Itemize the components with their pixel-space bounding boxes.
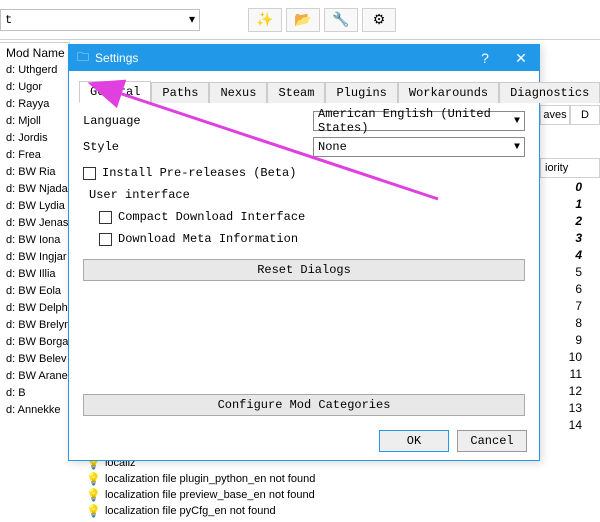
profile-combo-value: t <box>5 13 12 27</box>
settings-body: Language American English (United States… <box>69 103 539 422</box>
list-item[interactable]: d: Frea <box>0 147 69 164</box>
priority-value: 14 <box>552 418 582 432</box>
list-item[interactable]: d: BW Jenas <box>0 215 69 232</box>
tab-steam[interactable]: Steam <box>267 82 325 103</box>
cancel-button[interactable]: Cancel <box>457 430 527 452</box>
prerelease-label: Install Pre-releases (Beta) <box>102 166 296 180</box>
priority-value: 1 <box>552 197 582 211</box>
tab-general[interactable]: General <box>79 81 151 103</box>
right-column-headers: aves D <box>540 105 600 125</box>
style-label: Style <box>83 140 313 154</box>
language-label: Language <box>83 114 313 128</box>
compact-download-checkbox[interactable] <box>99 211 112 224</box>
list-item[interactable]: d: Uthgerd <box>0 62 69 79</box>
priority-value: 7 <box>552 299 582 313</box>
toolbar-settings-button[interactable]: ⚙ <box>362 8 396 32</box>
list-item[interactable]: d: BW Brelyn <box>0 317 69 334</box>
list-item[interactable]: d: Mjoll <box>0 113 69 130</box>
bulb-icon: 💡 <box>86 488 101 502</box>
list-item[interactable]: d: BW Ria <box>0 164 69 181</box>
toolbar-tool-button[interactable]: 🔧 <box>324 8 358 32</box>
bulb-icon: 💡 <box>86 472 101 486</box>
priority-value: 4 <box>552 248 582 262</box>
col-header-d[interactable]: D <box>570 105 600 125</box>
mods-list[interactable]: d: Uthgerd d: Ugor d: Rayya d: Mjoll d: … <box>0 62 70 436</box>
mods-column-header[interactable]: Mod Name <box>0 42 70 62</box>
list-item[interactable]: d: BW Borga <box>0 334 69 351</box>
style-select-value: None <box>318 140 347 154</box>
toolbar-wand-button[interactable]: ✨ <box>248 8 282 32</box>
priority-value: 6 <box>552 282 582 296</box>
close-button[interactable]: ✕ <box>503 50 539 67</box>
gear-icon: ⚙ <box>373 11 386 28</box>
wrench-icon: 🔧 <box>332 11 349 28</box>
col-header-saves[interactable]: aves <box>540 105 570 125</box>
priority-value: 11 <box>552 367 582 381</box>
list-item[interactable]: d: BW Arane <box>0 368 69 385</box>
priority-value: 2 <box>552 214 582 228</box>
toolbar-folder-button[interactable]: 📂 <box>286 8 320 32</box>
language-select-value: American English (United States) <box>318 107 514 135</box>
wand-icon: ✨ <box>256 11 273 28</box>
tab-diagnostics[interactable]: Diagnostics <box>499 82 600 103</box>
list-item[interactable]: d: B <box>0 385 69 402</box>
priority-value: 9 <box>552 333 582 347</box>
list-item[interactable]: d: BW Lydia <box>0 198 69 215</box>
priority-value: 5 <box>552 265 582 279</box>
tab-plugins[interactable]: Plugins <box>325 82 397 103</box>
status-line: localization file pyCfg_en not found <box>105 505 276 517</box>
folder-icon: 🗀 <box>77 48 89 69</box>
list-item[interactable]: d: BW Eola <box>0 283 69 300</box>
col-header-priority[interactable]: iority <box>540 158 600 178</box>
priority-value: 8 <box>552 316 582 330</box>
tab-paths[interactable]: Paths <box>151 82 209 103</box>
list-item[interactable]: d: BW Iona <box>0 232 69 249</box>
configure-mod-categories-button[interactable]: Configure Mod Categories <box>83 394 525 416</box>
dialog-titlebar[interactable]: 🗀 Settings ? ✕ <box>69 45 539 71</box>
help-button[interactable]: ? <box>467 50 503 66</box>
status-line: localization file preview_base_en not fo… <box>105 489 315 501</box>
list-item[interactable]: d: BW Delph <box>0 300 69 317</box>
settings-dialog: 🗀 Settings ? ✕ General Paths Nexus Steam… <box>68 44 540 461</box>
list-item[interactable]: d: Rayya <box>0 96 69 113</box>
priority-value: 3 <box>552 231 582 245</box>
list-item[interactable]: d: Jordis <box>0 130 69 147</box>
list-item[interactable]: d: Annekke <box>0 402 69 419</box>
list-item[interactable] <box>0 419 69 436</box>
list-item[interactable]: d: BW Illia <box>0 266 69 283</box>
priority-value: 10 <box>552 350 582 364</box>
tab-workarounds[interactable]: Workarounds <box>398 82 499 103</box>
download-meta-label: Download Meta Information <box>118 232 298 246</box>
chevron-down-icon: ▾ <box>189 12 195 27</box>
prerelease-checkbox[interactable] <box>83 167 96 180</box>
language-select[interactable]: American English (United States) ▼ <box>313 111 525 131</box>
folder-open-icon: 📂 <box>294 11 311 28</box>
priority-value: 12 <box>552 384 582 398</box>
compact-download-label: Compact Download Interface <box>118 210 305 224</box>
chevron-down-icon: ▼ <box>514 142 520 153</box>
status-line: localization file plugin_python_en not f… <box>105 473 315 485</box>
ok-button[interactable]: OK <box>379 430 449 452</box>
dialog-footer: OK Cancel <box>69 422 539 460</box>
priority-value: 0 <box>552 180 582 194</box>
download-meta-checkbox[interactable] <box>99 233 112 246</box>
list-item[interactable]: d: BW Njada <box>0 181 69 198</box>
list-item[interactable]: d: BW Belev <box>0 351 69 368</box>
settings-tabs: General Paths Nexus Steam Plugins Workar… <box>79 81 529 103</box>
priority-value: 13 <box>552 401 582 415</box>
main-toolbar: t ▾ ✨ 📂 🔧 ⚙ <box>0 0 600 40</box>
list-item[interactable]: d: BW Ingjar <box>0 249 69 266</box>
reset-dialogs-button[interactable]: Reset Dialogs <box>83 259 525 281</box>
bulb-icon: 💡 <box>86 504 101 518</box>
dialog-title: Settings <box>95 51 138 65</box>
ui-group-label: User interface <box>83 185 525 205</box>
tab-nexus[interactable]: Nexus <box>209 82 267 103</box>
profile-combo[interactable]: t ▾ <box>0 9 200 31</box>
style-select[interactable]: None ▼ <box>313 137 525 157</box>
list-item[interactable]: d: Ugor <box>0 79 69 96</box>
chevron-down-icon: ▼ <box>514 116 520 127</box>
